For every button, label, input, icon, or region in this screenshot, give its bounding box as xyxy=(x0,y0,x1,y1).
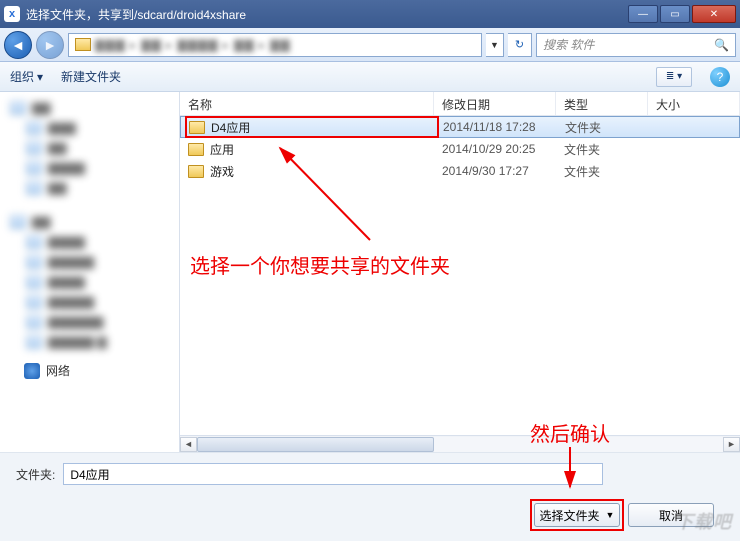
bottom-panel: 文件夹: 选择文件夹 ▼ 取消 xyxy=(0,452,740,541)
cancel-label: 取消 xyxy=(659,507,683,524)
organize-menu[interactable]: 组织 ▾ xyxy=(10,68,43,85)
file-type: 文件夹 xyxy=(557,119,649,136)
file-date: 2014/10/29 20:25 xyxy=(434,142,556,156)
breadcrumb-path: ▇▇▇ ▸ ▇▇ ▸ ▇▇▇▇ ▸ ▇▇ ▸ ▇▇ xyxy=(95,38,291,52)
window-titlebar: x 选择文件夹，共享到/sdcard/droid4xshare — ▭ ✕ xyxy=(0,0,740,28)
file-row[interactable]: 游戏 2014/9/30 17:27文件夹 xyxy=(180,160,740,182)
sidebar: ▇▇ ▇▇▇ ▇▇ ▇▇▇▇ ▇▇ ▇▇ ▇▇▇▇ ▇▇▇▇▇ ▇▇▇▇ ▇▇▇… xyxy=(0,92,180,452)
file-type: 文件夹 xyxy=(556,163,648,180)
breadcrumb-bar[interactable]: ▇▇▇ ▸ ▇▇ ▸ ▇▇▇▇ ▸ ▇▇ ▸ ▇▇ xyxy=(68,33,482,57)
select-folder-button[interactable]: 选择文件夹 ▼ xyxy=(534,503,620,527)
help-button[interactable]: ? xyxy=(710,67,730,87)
cancel-button[interactable]: 取消 xyxy=(628,503,714,527)
search-placeholder: 搜索 软件 xyxy=(543,36,594,53)
refresh-button[interactable]: ↻ xyxy=(508,33,532,57)
minimize-button[interactable]: — xyxy=(628,5,658,23)
file-name: 游戏 xyxy=(210,163,234,180)
maximize-button[interactable]: ▭ xyxy=(660,5,690,23)
search-icon: 🔍 xyxy=(714,38,729,52)
file-name: 应用 xyxy=(210,141,234,158)
column-date[interactable]: 修改日期 xyxy=(434,92,556,115)
file-row[interactable]: D4应用 2014/11/18 17:28文件夹 xyxy=(180,116,740,138)
nav-bar: ◄ ► ▇▇▇ ▸ ▇▇ ▸ ▇▇▇▇ ▸ ▇▇ ▸ ▇▇ ▼ ↻ 搜索 软件 … xyxy=(0,28,740,62)
file-name: D4应用 xyxy=(211,119,250,136)
forward-button[interactable]: ► xyxy=(36,31,64,59)
folder-icon xyxy=(75,38,91,51)
toolbar: 组织 ▾ 新建文件夹 ≣ ▾ ? xyxy=(0,62,740,92)
folder-label: 文件夹: xyxy=(16,466,55,483)
folder-name-input[interactable] xyxy=(63,463,603,485)
app-icon: x xyxy=(4,6,20,22)
breadcrumb-dropdown[interactable]: ▼ xyxy=(486,33,504,57)
view-mode-button[interactable]: ≣ ▾ xyxy=(656,67,692,87)
window-title: 选择文件夹，共享到/sdcard/droid4xshare xyxy=(26,6,628,23)
scroll-thumb[interactable] xyxy=(197,437,434,452)
chevron-down-icon: ▾ xyxy=(37,70,43,84)
network-icon xyxy=(24,363,40,379)
scroll-right-button[interactable]: ► xyxy=(723,437,740,452)
column-name[interactable]: 名称 xyxy=(180,92,434,115)
file-pane: 名称 修改日期 类型 大小 D4应用2014/11/18 17:28文件夹应用2… xyxy=(180,92,740,452)
search-input[interactable]: 搜索 软件 🔍 xyxy=(536,33,736,57)
file-type: 文件夹 xyxy=(556,141,648,158)
select-folder-label: 选择文件夹 xyxy=(540,507,600,524)
file-row[interactable]: 应用 2014/10/29 20:25文件夹 xyxy=(180,138,740,160)
column-type[interactable]: 类型 xyxy=(556,92,648,115)
file-date: 2014/11/18 17:28 xyxy=(435,120,557,134)
folder-icon xyxy=(188,143,204,156)
main-area: ▇▇ ▇▇▇ ▇▇ ▇▇▇▇ ▇▇ ▇▇ ▇▇▇▇ ▇▇▇▇▇ ▇▇▇▇ ▇▇▇… xyxy=(0,92,740,452)
scroll-track[interactable] xyxy=(197,437,723,452)
file-list: D4应用2014/11/18 17:28文件夹应用2014/10/29 20:2… xyxy=(180,116,740,435)
file-date: 2014/9/30 17:27 xyxy=(434,164,556,178)
scroll-left-button[interactable]: ◄ xyxy=(180,437,197,452)
sidebar-item-network[interactable]: 网络 xyxy=(4,362,175,379)
close-button[interactable]: ✕ xyxy=(692,5,736,23)
new-folder-button[interactable]: 新建文件夹 xyxy=(61,68,121,85)
horizontal-scrollbar[interactable]: ◄ ► xyxy=(180,435,740,452)
sidebar-network-label: 网络 xyxy=(46,362,70,379)
chevron-down-icon: ▼ xyxy=(606,510,615,520)
column-size[interactable]: 大小 xyxy=(648,92,740,115)
column-headers: 名称 修改日期 类型 大小 xyxy=(180,92,740,116)
organize-label: 组织 xyxy=(10,68,34,85)
folder-icon xyxy=(188,165,204,178)
folder-icon xyxy=(189,121,205,134)
back-button[interactable]: ◄ xyxy=(4,31,32,59)
